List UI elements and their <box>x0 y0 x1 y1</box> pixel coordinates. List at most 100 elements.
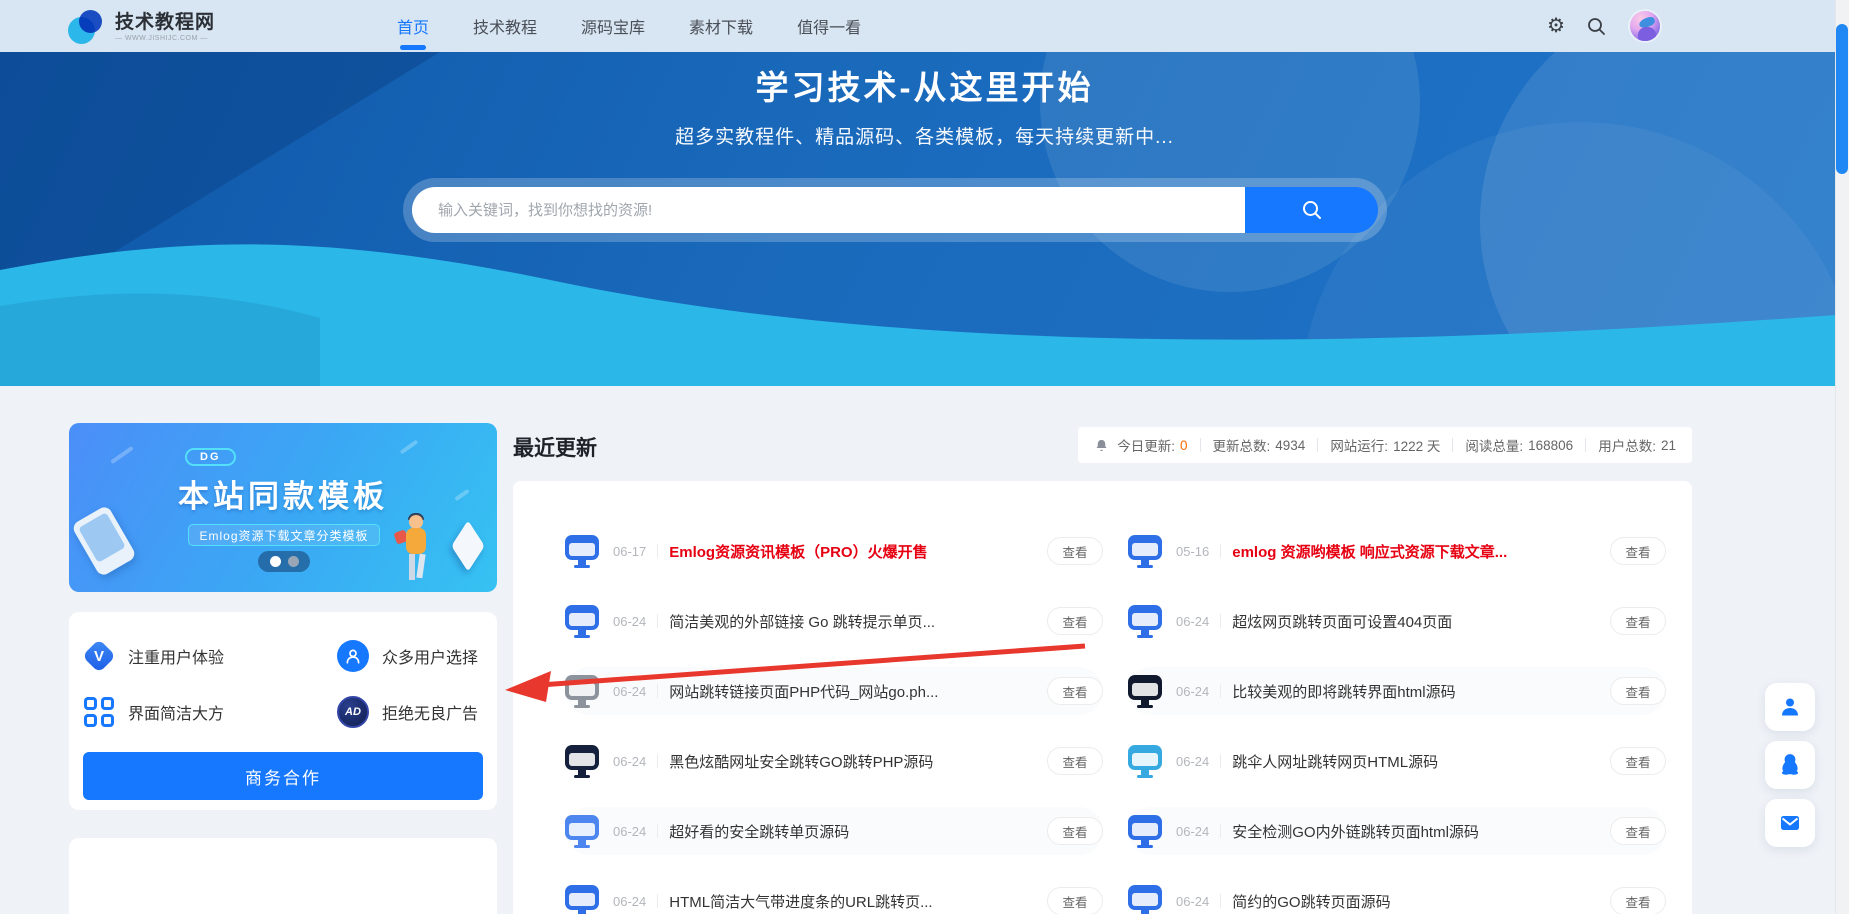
article-row: 06-17Emlog资源资讯模板（PRO）火爆开售查看 <box>565 527 1103 575</box>
view-button[interactable]: 查看 <box>1610 887 1666 914</box>
v-badge-icon: V <box>83 640 115 672</box>
feature-user-experience: V 注重用户体验 <box>83 636 337 676</box>
monitor-icon <box>1128 674 1162 708</box>
stat-value: 1222 天 <box>1393 435 1440 455</box>
divider <box>1220 544 1221 558</box>
mail-float-button[interactable] <box>1765 799 1815 847</box>
article-date: 06-24 <box>1176 824 1209 839</box>
feature-label: 众多用户选择 <box>382 644 478 668</box>
ad-badge-icon: AD <box>337 696 369 728</box>
articles-column-right: 05-16 emlog 资源哟模板 响应式资源下载文章... 查看 06-24 超炫网页… <box>1128 527 1666 914</box>
carousel-dot-active[interactable] <box>270 556 281 567</box>
carousel-dots <box>258 551 310 572</box>
monitor-icon <box>565 884 599 914</box>
nav-actions: ⚙ <box>1547 0 1662 52</box>
stat-label: 阅读总量: <box>1465 435 1523 455</box>
divider <box>1220 754 1221 768</box>
user-circle-icon <box>337 640 369 672</box>
view-button[interactable]: 查看 <box>1610 677 1666 705</box>
article-row: 06-24超好看的安全跳转单页源码查看 <box>565 807 1103 855</box>
avatar[interactable] <box>1628 9 1662 43</box>
search-button[interactable] <box>1245 187 1378 233</box>
article-title-link[interactable]: 简洁美观的外部链接 Go 跳转提示单页... <box>669 611 935 632</box>
view-button[interactable]: 查看 <box>1610 607 1666 635</box>
feature-label: 拒绝无良广告 <box>382 700 478 724</box>
monitor-icon <box>565 744 599 778</box>
article-title-link[interactable]: emlog 资源哟模板 响应式资源下载文章... <box>1232 541 1507 562</box>
hero-searchbar <box>403 178 1387 242</box>
nav-item-2[interactable]: 源码宝库 <box>581 0 645 52</box>
article-row: 06-24 安全检测GO内外链跳转页面html源码 查看 <box>1128 807 1666 855</box>
article-row: 06-24 简洁美观的外部链接 Go 跳转提示单页... 查看 <box>565 597 1103 645</box>
user-float-button[interactable] <box>1765 683 1815 731</box>
articles-column-left: 06-17Emlog资源资讯模板（PRO）火爆开售查看06-24简洁美观的外部链… <box>565 527 1103 914</box>
stat-label: 今日更新: <box>1117 435 1175 455</box>
promo-banner[interactable]: DG 本站同款模板 Emlog资源下载文章分类模板 <box>69 423 497 592</box>
monitor-icon <box>1128 884 1162 914</box>
article-title-link[interactable]: HTML简洁大气带进度条的URL跳转页... <box>669 891 932 912</box>
view-button[interactable]: 查看 <box>1610 537 1666 565</box>
article-date: 06-24 <box>613 614 646 629</box>
view-button[interactable]: 查看 <box>1047 677 1103 705</box>
carousel-dot[interactable] <box>288 556 299 567</box>
divider <box>1220 614 1221 628</box>
business-cooperation-button[interactable]: 商务合作 <box>83 752 483 800</box>
recent-updates-card: 06-17Emlog资源资讯模板（PRO）火爆开售查看06-24简洁美观的外部链… <box>513 481 1692 914</box>
article-title-link[interactable]: Emlog资源资讯模板（PRO）火爆开售 <box>669 541 927 562</box>
stat-item: 今日更新:0 <box>1117 435 1187 455</box>
banner-person-illustration <box>399 515 433 583</box>
hero-title: 学习技术-从这里开始 <box>0 61 1849 109</box>
view-button[interactable]: 查看 <box>1047 817 1103 845</box>
feature-label: 界面简洁大方 <box>128 700 224 724</box>
search-input[interactable] <box>412 187 1245 233</box>
nav-active-underline <box>400 45 426 50</box>
article-title-link[interactable]: 超好看的安全跳转单页源码 <box>669 821 849 842</box>
bell-icon <box>1094 438 1109 453</box>
scrollbar-track[interactable] <box>1835 0 1849 914</box>
section-heading: 最近更新 <box>513 432 597 462</box>
banner-badge: DG <box>185 448 236 466</box>
article-date: 06-24 <box>613 894 646 909</box>
main-nav: 首页技术教程源码宝库素材下载值得一看 <box>397 0 861 52</box>
view-button[interactable]: 查看 <box>1610 817 1666 845</box>
article-title-link[interactable]: 网站跳转链接页面PHP代码_网站go.ph... <box>669 681 938 702</box>
article-title-link[interactable]: 比较美观的即将跳转界面html源码 <box>1232 681 1455 702</box>
article-title-link[interactable]: 超炫网页跳转页面可设置404页面 <box>1232 611 1452 632</box>
article-date: 06-24 <box>613 684 646 699</box>
view-button[interactable]: 查看 <box>1047 747 1103 775</box>
nav-item-4[interactable]: 值得一看 <box>797 0 861 52</box>
feature-no-ads: AD 拒绝无良广告 <box>337 692 483 732</box>
monitor-icon <box>1128 744 1162 778</box>
search-icon[interactable] <box>1587 17 1606 36</box>
view-button[interactable]: 查看 <box>1047 537 1103 565</box>
view-button[interactable]: 查看 <box>1047 607 1103 635</box>
grid-icon <box>83 696 115 728</box>
divider <box>657 684 658 698</box>
article-title-link[interactable]: 黑色炫酷网址安全跳转GO跳转PHP源码 <box>669 751 933 772</box>
view-button[interactable]: 查看 <box>1610 747 1666 775</box>
site-logo[interactable]: 技术教程网 — WWW.JISHIJC.COM — <box>68 8 215 46</box>
article-date: 06-24 <box>1176 684 1209 699</box>
nav-item-0[interactable]: 首页 <box>397 0 429 52</box>
article-title-link[interactable]: 安全检测GO内外链跳转页面html源码 <box>1232 821 1479 842</box>
monitor-icon <box>565 604 599 638</box>
nav-item-1[interactable]: 技术教程 <box>473 0 537 52</box>
divider <box>657 894 658 908</box>
scrollbar-thumb[interactable] <box>1836 24 1848 174</box>
logo-icon <box>68 8 106 46</box>
monitor-icon <box>565 534 599 568</box>
view-button[interactable]: 查看 <box>1047 887 1103 914</box>
article-row: 06-24 黑色炫酷网址安全跳转GO跳转PHP源码 查看 <box>565 737 1103 785</box>
article-date: 05-16 <box>1176 544 1209 559</box>
user-icon <box>1778 695 1802 719</box>
nav-item-3[interactable]: 素材下载 <box>689 0 753 52</box>
article-date: 06-24 <box>613 754 646 769</box>
sidebar-card-partial <box>69 838 497 914</box>
article-date: 06-24 <box>1176 894 1209 909</box>
gear-icon[interactable]: ⚙ <box>1547 16 1565 36</box>
qq-float-button[interactable] <box>1765 741 1815 789</box>
article-title-link[interactable]: 简约的GO跳转页面源码 <box>1232 891 1390 912</box>
article-title-link[interactable]: 跳伞人网址跳转网页HTML源码 <box>1232 751 1438 772</box>
banner-subtitle: Emlog资源下载文章分类模板 <box>188 524 380 546</box>
stat-divider <box>1317 438 1318 452</box>
